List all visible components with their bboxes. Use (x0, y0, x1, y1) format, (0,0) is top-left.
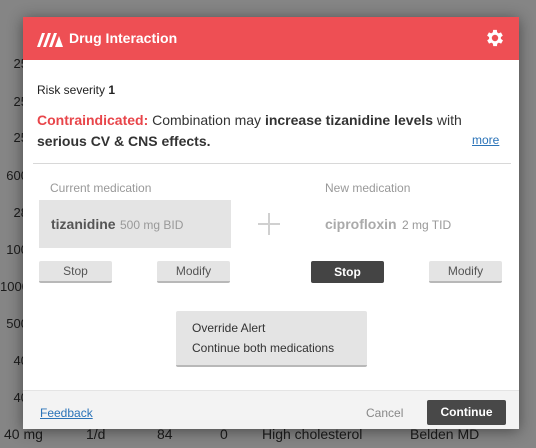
dialog-title: Drug Interaction (69, 30, 178, 46)
dialog-header: Drug Interaction (23, 17, 519, 60)
override-alert-sublabel: Continue both medications (192, 341, 335, 355)
feedback-link[interactable]: Feedback (40, 406, 93, 420)
message-emphasis: increase tizanidine levels (264, 112, 434, 128)
current-medication-label: Current medication (50, 181, 152, 195)
severity-label: Contraindicated: (37, 112, 149, 128)
new-medication-label: New medication (325, 181, 411, 195)
plus-icon (258, 213, 280, 235)
more-link[interactable]: more (472, 133, 499, 147)
drug-interaction-dialog: Drug Interaction Risk severity 1 Contrai… (23, 17, 519, 429)
divider (33, 163, 511, 164)
current-medication-dose: 500 mg BID (120, 218, 184, 232)
message-text: with (433, 112, 462, 128)
modify-current-button[interactable]: Modify (157, 261, 230, 283)
gear-icon[interactable] (484, 27, 506, 49)
brand-logo-icon (37, 33, 63, 47)
risk-severity-label: Risk severity (37, 83, 106, 97)
message-emphasis: serious CV & CNS effects. (37, 133, 211, 149)
current-medication-card: tizanidine 500 mg BID (39, 200, 231, 248)
new-medication-dose: 2 mg TID (402, 218, 452, 232)
continue-button[interactable]: Continue (427, 400, 506, 425)
new-medication-name: ciprofloxin (325, 216, 397, 232)
dialog-footer: Feedback Cancel Continue (23, 390, 519, 429)
current-medication-name: tizanidine (51, 216, 116, 232)
interaction-message: Contraindicated: Combination may increas… (37, 110, 477, 152)
risk-severity: Risk severity 1 (37, 83, 115, 97)
stop-current-button[interactable]: Stop (39, 261, 112, 283)
cancel-button[interactable]: Cancel (366, 406, 403, 420)
override-alert-button[interactable]: Override Alert Continue both medications (176, 311, 367, 367)
modify-new-button[interactable]: Modify (429, 261, 502, 283)
override-alert-label: Override Alert (192, 321, 266, 335)
message-text: Combination may (148, 112, 265, 128)
risk-severity-value: 1 (108, 83, 116, 97)
stop-new-button[interactable]: Stop (311, 261, 384, 283)
